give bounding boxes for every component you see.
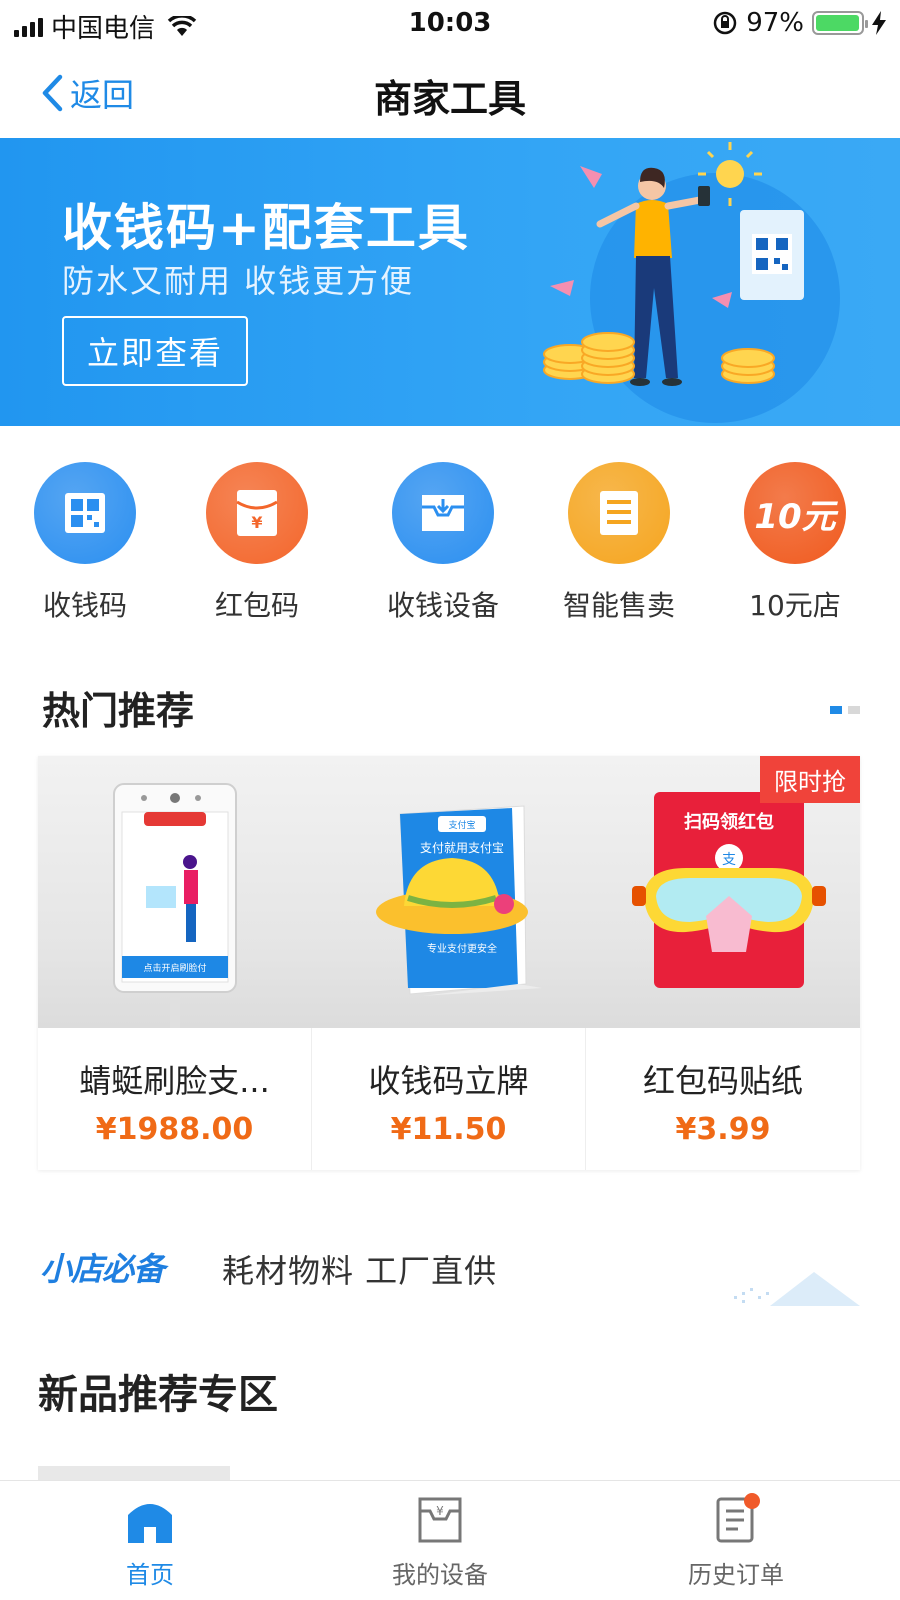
product-price: ¥11.50 [390,1112,507,1147]
ten-yuan-badge-text: 10元 [754,496,836,537]
tab-order-history[interactable]: 历史订单 [636,1493,836,1590]
notification-dot [744,1493,760,1509]
svg-text:支付宝: 支付宝 [448,819,475,831]
charging-icon [872,11,886,35]
stand-subtext: 专业支付更安全 [427,942,497,955]
navbar: 返回 商家工具 [0,46,900,138]
product-card[interactable]: 点击开启刷脸付 蜻蜓刷脸支... ¥1988.00 [38,756,312,1170]
quick-item-devices[interactable]: 收钱设备 [368,462,518,624]
stand-text: 支付就用支付宝 [420,841,504,855]
quick-entry-row: 收钱码 ¥ 红包码 收钱设备 智能售卖 10元 10元店 [0,462,900,632]
qr-code-icon [34,462,136,564]
battery-icon [812,11,868,35]
product-price: ¥3.99 [675,1112,771,1147]
carousel-dot-active [830,706,842,714]
home-icon [128,1504,172,1543]
bottom-tab-bar: 首页 ¥ 我的设备 历史订单 [0,1480,900,1600]
hot-section-title: 热门推荐 [42,689,195,733]
device-screen-text: 点击开启刷脸付 [143,962,206,974]
rotation-lock-icon [713,11,737,35]
product-name: 收钱码立牌 [368,1062,529,1100]
banner-title: 收钱码+配套工具 [62,199,470,257]
status-right: 97% [712,8,886,38]
store-essentials-text: 耗材物料 工厂直供 [222,1252,498,1290]
tab-my-devices[interactable]: ¥ 我的设备 [340,1495,540,1590]
svg-text:¥: ¥ [436,1504,444,1518]
device-icon: ¥ [418,1497,462,1543]
tab-label: 我的设备 [392,1561,488,1589]
ten-yuan-icon: 10元 [744,462,846,564]
svg-text:¥: ¥ [251,513,262,532]
flash-sale-tag: 限时抢 [760,756,860,803]
view-now-button[interactable]: 立即查看 [62,316,248,386]
product-image-qr-stand: 支付宝 支付就用支付宝 专业支付更安全 [312,756,586,1028]
product-name: 蜻蜓刷脸支... [79,1062,270,1100]
product-image-red-envelope-sticker: 扫码领红包 支 限时抢 [586,756,860,1028]
quick-item-label: 红包码 [214,589,299,622]
page-title: 商家工具 [373,77,526,121]
carousel-dot [848,706,860,714]
quick-item-label: 智能售卖 [562,589,675,622]
product-price: ¥1988.00 [95,1112,254,1147]
vending-icon [568,462,670,564]
product-card[interactable]: 支付宝 支付就用支付宝 专业支付更安全 收钱码立牌 ¥11.50 [312,756,586,1170]
device-box-icon [392,462,494,564]
tab-home[interactable]: 首页 [50,1495,250,1590]
product-name: 红包码贴纸 [642,1062,803,1100]
battery-percent: 97% [746,8,804,38]
banner-illustration [543,142,840,423]
mountain-decoration-icon [734,1272,860,1306]
quick-item-ten-yuan-store[interactable]: 10元 10元店 [720,462,870,624]
tab-label: 首页 [126,1561,174,1589]
product-image-face-pay-device: 点击开启刷脸付 [38,756,312,1028]
quick-item-smart-vending[interactable]: 智能售卖 [544,462,694,624]
svg-text:支: 支 [722,852,736,868]
quick-item-label: 收钱设备 [386,589,499,622]
carousel-indicator [830,706,860,714]
status-bar: 中国电信 10:03 97% [0,0,900,46]
red-envelope-icon: ¥ [206,462,308,564]
store-essentials-banner[interactable]: 小店必备 耗材物料 工厂直供 [0,1210,900,1320]
quick-item-payment-code[interactable]: 收钱码 [10,462,160,624]
banner-subtitle: 防水又耐用 收钱更方便 [62,262,415,300]
sticker-text: 扫码领红包 [684,811,774,833]
product-card[interactable]: 扫码领红包 支 限时抢 红包码贴纸 ¥3.99 [586,756,860,1170]
quick-item-label: 10元店 [749,589,841,622]
hot-product-cards: 点击开启刷脸付 蜻蜓刷脸支... ¥1988.00 支付宝 支付就用支付宝 专业… [38,756,860,1170]
promo-banner[interactable]: 收钱码+配套工具 防水又耐用 收钱更方便 立即查看 [0,138,900,426]
tab-label: 历史订单 [688,1561,784,1589]
store-essentials-logo: 小店必备 [40,1250,165,1288]
quick-item-red-envelope[interactable]: ¥ 红包码 [182,462,332,624]
new-products-title: 新品推荐专区 [38,1372,278,1418]
quick-item-label: 收钱码 [42,589,127,622]
